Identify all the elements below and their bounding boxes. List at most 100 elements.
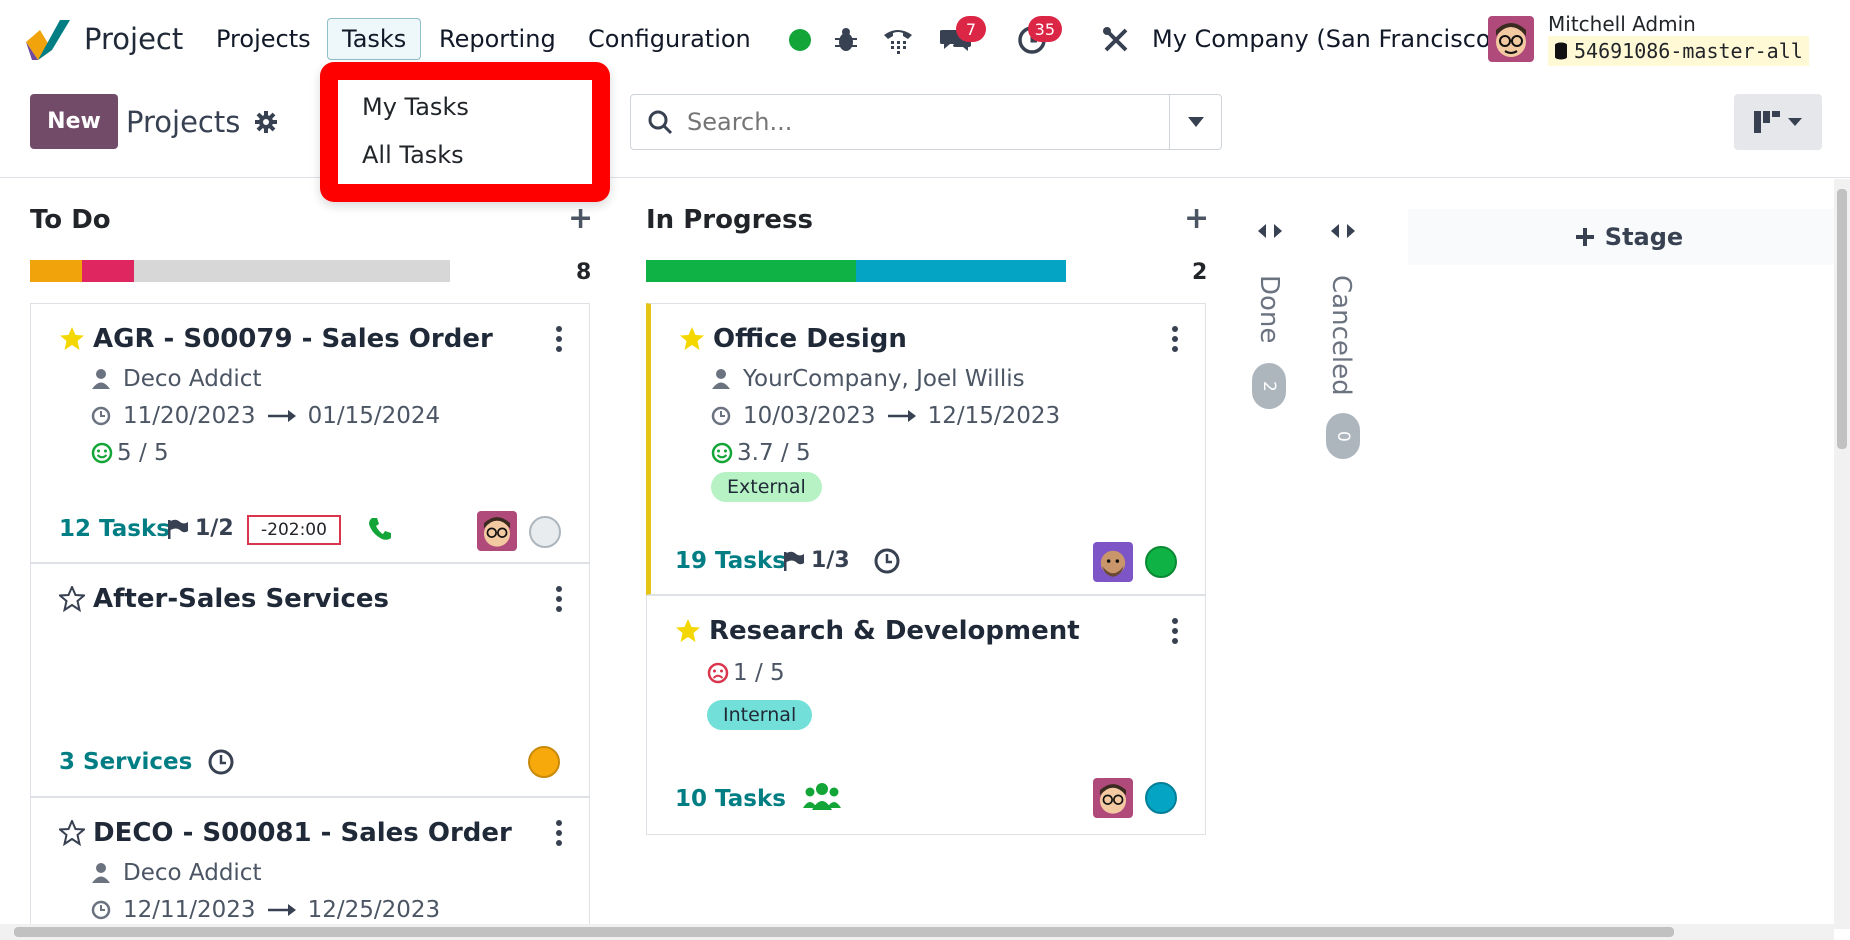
card-customer-text: Deco Addict <box>123 860 262 886</box>
card-tasks-link[interactable]: 10 Tasks <box>675 786 786 812</box>
project-card[interactable]: AGR - S00079 - Sales Order Deco Addict 1… <box>30 303 590 563</box>
favorite-star-icon[interactable] <box>59 326 85 352</box>
unfold-done-icon[interactable] <box>1258 223 1282 239</box>
card-milestones[interactable]: 1/2 <box>167 516 234 541</box>
card-tasks-link[interactable]: 12 Tasks <box>59 516 170 542</box>
horizontal-scrollbar[interactable] <box>0 924 1834 940</box>
folded-column-canceled[interactable]: Canceled <box>1326 275 1356 396</box>
user-avatar[interactable] <box>1488 16 1534 62</box>
card-milestones[interactable]: 1/3 <box>783 548 850 573</box>
card-title[interactable]: AGR - S00079 - Sales Order <box>93 324 493 354</box>
quick-add-todo-button[interactable]: + <box>568 201 593 236</box>
search-options-toggle[interactable] <box>1169 95 1221 149</box>
chat-messages-icon[interactable]: 7 <box>936 16 986 60</box>
card-rating: 3.7 / 5 <box>711 440 811 466</box>
progress-bar-inprogress[interactable] <box>646 260 1066 282</box>
user-name[interactable]: Mitchell Admin <box>1548 12 1696 36</box>
column-count-inprogress: 2 <box>1192 260 1208 285</box>
card-menu-icon[interactable] <box>1171 326 1179 352</box>
horizontal-scrollbar-thumb[interactable] <box>14 927 1674 937</box>
card-start-date: 11/20/2023 <box>123 403 256 429</box>
card-menu-icon[interactable] <box>555 586 563 612</box>
progress-segment-done[interactable] <box>646 260 856 282</box>
card-title[interactable]: After-Sales Services <box>93 584 389 614</box>
card-end-date: 12/25/2023 <box>307 897 441 923</box>
project-card[interactable]: Research & Development 1 / 5 Internal 10… <box>646 595 1206 835</box>
progress-segment-planned[interactable] <box>134 260 450 282</box>
gear-icon[interactable] <box>254 110 278 134</box>
add-stage-button[interactable]: Stage <box>1408 209 1850 265</box>
user-icon <box>92 369 110 389</box>
card-tasks-link[interactable]: 3 Services <box>59 749 192 775</box>
card-menu-icon[interactable] <box>1171 618 1179 644</box>
activity-clock-icon[interactable]: 35 <box>1012 16 1062 60</box>
unfold-canceled-icon[interactable] <box>1331 223 1355 239</box>
settings-tools-icon[interactable] <box>1096 20 1136 60</box>
status-dot[interactable] <box>1145 782 1177 814</box>
assignee-avatar[interactable] <box>477 511 517 551</box>
caret-down-icon <box>1788 118 1802 126</box>
arrow-right-icon <box>887 410 916 422</box>
favorite-star-icon[interactable] <box>679 326 705 352</box>
caret-down-icon <box>1187 117 1204 127</box>
assignee-avatar[interactable] <box>1093 542 1133 582</box>
project-card[interactable]: After-Sales Services 3 Services <box>30 563 590 797</box>
favorite-star-icon[interactable] <box>59 586 85 612</box>
progress-bar-todo[interactable] <box>30 260 450 282</box>
progress-segment-warning[interactable] <box>30 260 82 282</box>
card-menu-icon[interactable] <box>555 326 563 352</box>
project-app-logo[interactable] <box>26 20 70 60</box>
favorite-star-icon[interactable] <box>675 618 701 644</box>
debug-bug-icon[interactable] <box>826 20 866 60</box>
view-switcher[interactable] <box>1734 94 1822 150</box>
search-input[interactable] <box>687 102 1167 142</box>
card-customer: YourCompany, Joel Willis <box>711 366 1025 392</box>
user-icon <box>712 369 730 389</box>
status-dot[interactable] <box>1145 546 1177 578</box>
vertical-scrollbar[interactable] <box>1834 179 1850 929</box>
menu-item-all-tasks[interactable]: All Tasks <box>362 141 464 169</box>
card-tag: External <box>711 472 822 502</box>
card-rating-text: 3.7 / 5 <box>737 440 811 466</box>
menu-projects[interactable]: Projects <box>202 0 325 78</box>
new-button[interactable]: New <box>30 94 118 149</box>
card-start-date: 10/03/2023 <box>743 403 876 429</box>
progress-segment-danger[interactable] <box>82 260 134 282</box>
menu-tasks[interactable]: Tasks <box>327 18 422 60</box>
activity-clock-icon[interactable] <box>873 547 901 575</box>
card-title[interactable]: DECO - S00081 - Sales Order <box>93 818 512 848</box>
card-customer-text: Deco Addict <box>123 366 262 392</box>
folded-column-done-count: 2 <box>1252 363 1286 409</box>
phone-icon[interactable] <box>367 516 393 542</box>
app-title[interactable]: Project <box>84 0 183 78</box>
card-title[interactable]: Research & Development <box>709 616 1080 646</box>
card-dates: 11/20/2023 01/15/2024 <box>91 403 440 429</box>
favorite-star-icon[interactable] <box>59 820 85 846</box>
status-dot[interactable] <box>528 746 560 778</box>
menu-item-my-tasks[interactable]: My Tasks <box>362 93 469 121</box>
vertical-scrollbar-thumb[interactable] <box>1837 189 1847 449</box>
folded-column-done[interactable]: Done <box>1254 275 1284 343</box>
activity-clock-icon[interactable] <box>207 748 235 776</box>
project-card[interactable]: Office Design YourCompany, Joel Willis 1… <box>646 303 1206 595</box>
status-dot[interactable] <box>529 516 561 548</box>
smile-icon <box>711 442 733 464</box>
arrow-right-icon <box>267 904 296 916</box>
progress-segment-ongoing[interactable] <box>856 260 1066 282</box>
card-title[interactable]: Office Design <box>713 324 907 354</box>
presence-status-icon[interactable] <box>780 20 820 60</box>
voip-phone-icon[interactable] <box>878 20 918 60</box>
company-switcher[interactable]: My Company (San Francisco) <box>1152 0 1500 78</box>
card-tasks-link[interactable]: 19 Tasks <box>675 548 786 574</box>
card-customer-text: YourCompany, Joel Willis <box>743 366 1025 392</box>
kanban-board: To Do + 8 AGR - S00079 - Sales Order Dec… <box>0 179 1850 937</box>
assignee-avatar[interactable] <box>1093 778 1133 818</box>
card-menu-icon[interactable] <box>555 820 563 846</box>
column-title-inprogress: In Progress <box>646 205 813 235</box>
card-customer: Deco Addict <box>91 860 261 886</box>
quick-add-inprogress-button[interactable]: + <box>1184 201 1209 236</box>
team-users-icon[interactable] <box>803 782 841 812</box>
flag-icon <box>168 519 188 539</box>
project-card[interactable]: DECO - S00081 - Sales Order Deco Addict … <box>30 797 590 937</box>
frown-icon <box>707 662 729 684</box>
